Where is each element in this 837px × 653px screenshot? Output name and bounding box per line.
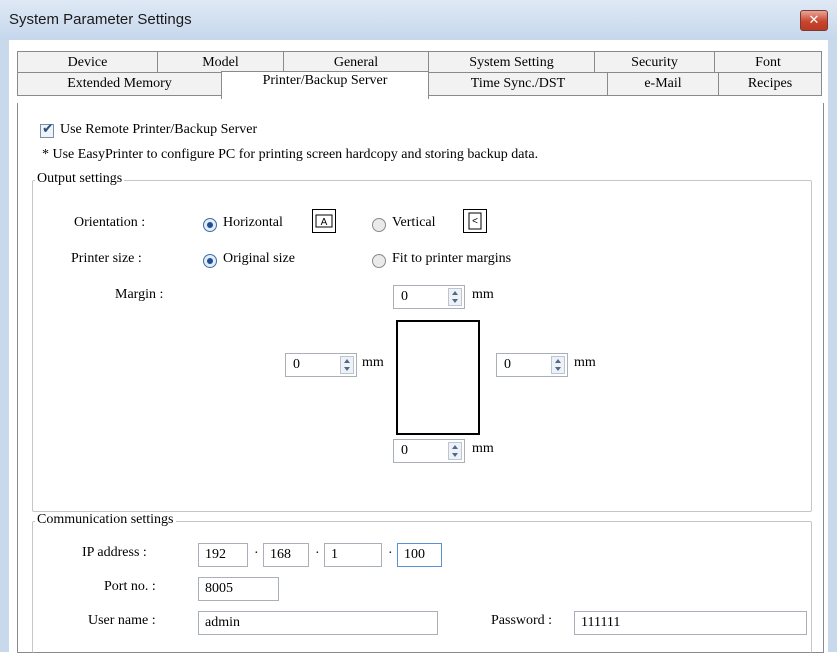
vertical-radio[interactable] [372,218,386,232]
tab-printer-backup-server[interactable]: Printer/Backup Server [221,71,429,99]
margin-bottom-value: 0 [401,443,408,458]
window-title: System Parameter Settings [9,11,192,28]
tab-email[interactable]: e-Mail [607,72,719,96]
horizontal-radio[interactable] [203,218,217,232]
margin-top-value: 0 [401,289,408,304]
ip-octet-1-input[interactable]: 192 [198,543,248,567]
spin-arrows-icon[interactable] [448,442,462,460]
spin-arrows-icon[interactable] [551,356,565,374]
fit-margins-label: Fit to printer margins [392,251,512,266]
dialog-client: Device Model General System Setting Secu… [9,40,828,653]
password-label: Password : [491,613,553,628]
margin-top-unit: mm [472,287,494,302]
password-input[interactable]: 111111 [574,611,807,635]
spin-arrows-icon[interactable] [448,288,462,306]
spin-arrows-icon[interactable] [340,356,354,374]
margin-bottom-stepper[interactable]: 0 [393,439,465,463]
original-size-label: Original size [223,251,295,266]
use-remote-label: Use Remote Printer/Backup Server [60,122,258,137]
margin-left-unit: mm [362,355,384,370]
page-preview [396,320,480,435]
landscape-page-icon: A [312,209,336,233]
tab-extended-memory[interactable]: Extended Memory [17,72,222,96]
port-label: Port no. : [104,579,156,594]
output-settings-title: Output settings [35,171,125,187]
tab-strip: Device Model General System Setting Secu… [17,51,822,103]
checkmark-icon: ✔ [42,121,54,137]
printer-size-label: Printer size : [71,251,142,266]
tab-recipes[interactable]: Recipes [718,72,822,96]
tab-system-setting[interactable]: System Setting [428,51,595,73]
ip-separator: · [388,546,393,561]
vertical-label: Vertical [392,215,436,230]
use-remote-checkbox[interactable]: ✔ [40,121,54,138]
dialog-window: System Parameter Settings ✕ Device Model… [0,0,837,653]
portrait-page-icon: < [463,209,487,233]
fit-margins-radio[interactable] [372,254,386,268]
title-bar[interactable]: System Parameter Settings ✕ [0,0,837,40]
margin-bottom-unit: mm [472,441,494,456]
user-name-input[interactable]: admin [198,611,438,635]
tab-model[interactable]: Model [157,51,284,73]
ip-octet-3-input[interactable]: 1 [324,543,382,567]
ip-separator: · [315,546,320,561]
tab-font[interactable]: Font [714,51,822,73]
ip-separator: · [254,546,259,561]
ip-octet-4-input[interactable]: 100 [397,543,442,567]
margin-right-value: 0 [504,357,511,372]
user-name-label: User name : [88,613,156,628]
margin-left-stepper[interactable]: 0 [285,353,357,377]
margin-label: Margin : [115,287,164,302]
horizontal-label: Horizontal [223,215,283,230]
ip-address-label: IP address : [82,545,147,560]
orientation-label: Orientation : [74,215,146,230]
portrait-letter: < [472,216,478,227]
tab-time-sync-dst[interactable]: Time Sync./DST [428,72,608,96]
margin-right-unit: mm [574,355,596,370]
tab-general[interactable]: General [283,51,429,73]
margin-top-stepper[interactable]: 0 [393,285,465,309]
margin-right-stepper[interactable]: 0 [496,353,568,377]
ip-octet-2-input[interactable]: 168 [263,543,309,567]
close-button[interactable]: ✕ [800,10,828,31]
communication-settings-title: Communication settings [35,512,176,528]
tab-security[interactable]: Security [594,51,715,73]
original-size-radio[interactable] [203,254,217,268]
landscape-letter: A [321,217,328,228]
margin-left-value: 0 [293,357,300,372]
port-input[interactable]: 8005 [198,577,279,601]
tab-panel-printer-backup: ✔ Use Remote Printer/Backup Server * Use… [17,103,824,653]
note-text: * Use EasyPrinter to configure PC for pr… [42,147,539,162]
tab-device[interactable]: Device [17,51,158,73]
